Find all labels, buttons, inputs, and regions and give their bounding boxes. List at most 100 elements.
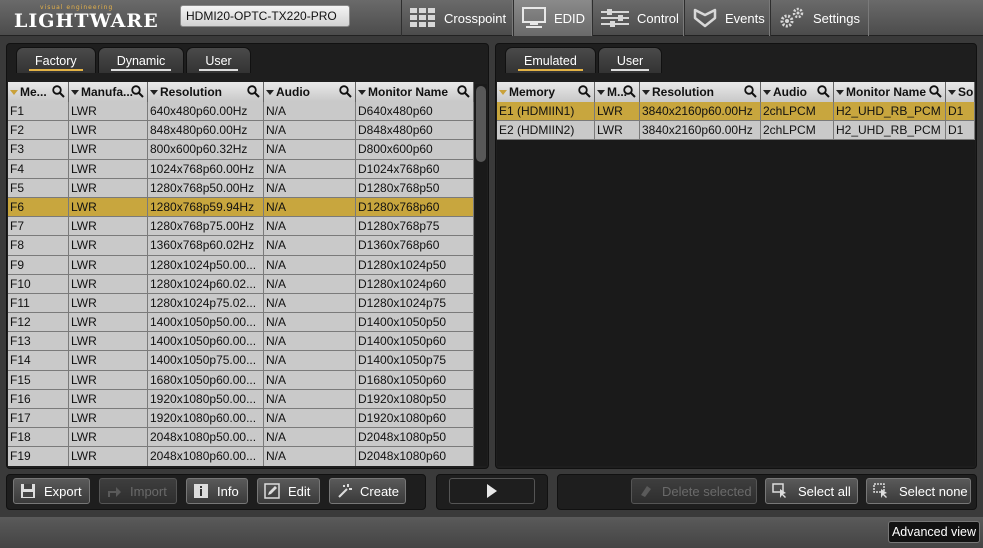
nav-tab-label: Control: [637, 10, 679, 26]
button-label: Edit: [288, 483, 311, 499]
device-selector[interactable]: HDMI20-OPTC-TX220-PRO: [180, 5, 350, 27]
table-row[interactable]: F7 LWR 1280x768p75.00Hz N/A D1280x768p75: [8, 217, 474, 237]
table-row[interactable]: F4 LWR 1024x768p60.00Hz N/A D1024x768p60: [8, 159, 474, 179]
table-cell: F3: [8, 140, 69, 159]
monitor-icon: [522, 7, 546, 28]
column-header[interactable]: Me...: [8, 82, 69, 102]
nav-tab-events[interactable]: Events: [684, 0, 770, 36]
sort-arrow-icon[interactable]: [836, 90, 844, 96]
select-all-button[interactable]: Select all: [765, 478, 858, 504]
sort-arrow-icon[interactable]: [266, 90, 274, 96]
column-header[interactable]: Monitor Name: [834, 82, 946, 102]
column-header[interactable]: Resolution: [148, 82, 264, 102]
search-icon[interactable]: [744, 85, 757, 98]
table-row[interactable]: F3 LWR 800x600p60.32Hz N/A D800x600p60: [8, 140, 474, 160]
nav-tab-control[interactable]: Control: [592, 0, 684, 36]
import-button[interactable]: Import: [99, 478, 177, 504]
destination-tabs: Emulated User: [505, 45, 664, 73]
sort-arrow-icon[interactable]: [499, 90, 507, 96]
tab-emulated[interactable]: Emulated: [505, 47, 596, 73]
nav-tab-crosspoint[interactable]: Crosspoint: [401, 0, 513, 36]
table-row[interactable]: F18 LWR 2048x1080p50.00... N/A D2048x1080p50: [8, 428, 474, 448]
emulated-edid-table: Memory M... Resolution Audio Monitor Name So.…: [497, 82, 975, 466]
scrollbar-thumb[interactable]: [476, 86, 486, 162]
table-row[interactable]: F12 LWR 1400x1050p50.00... N/A D1400x1050p50: [8, 313, 474, 333]
sort-arrow-icon[interactable]: [150, 90, 158, 96]
column-header[interactable]: Manufa...: [69, 82, 148, 102]
search-icon[interactable]: [623, 85, 636, 98]
search-icon[interactable]: [247, 85, 260, 98]
table-row[interactable]: F14 LWR 1400x1050p75.00... N/A D1400x1050p75: [8, 351, 474, 371]
table-cell: LWR: [69, 102, 148, 121]
table-row[interactable]: F8 LWR 1360x768p60.02Hz N/A D1360x768p60: [8, 236, 474, 256]
table-cell: 1280x768p59.94Hz: [148, 197, 264, 217]
table-cell: N/A: [264, 409, 356, 428]
column-header[interactable]: Memory: [497, 82, 595, 102]
table-row[interactable]: F10 LWR 1280x1024p60.02... N/A D1280x1024p60: [8, 274, 474, 294]
table-row[interactable]: F17 LWR 1920x1080p60.00... N/A D1920x1080p60: [8, 409, 474, 429]
table-cell: N/A: [264, 121, 356, 140]
table-cell: F9: [8, 255, 69, 274]
select-none-button[interactable]: Select none: [866, 478, 971, 504]
search-icon[interactable]: [817, 85, 830, 98]
column-header-label: Memory: [509, 85, 556, 99]
table-row[interactable]: F16 LWR 1920x1080p50.00... N/A D1920x1080p50: [8, 389, 474, 409]
table-cell: N/A: [264, 217, 356, 236]
sort-arrow-icon[interactable]: [763, 90, 771, 96]
nav-tab-edid[interactable]: EDID: [513, 0, 592, 36]
table-cell: 3840x2160p60.00Hz: [640, 121, 761, 140]
column-header[interactable]: Audio: [761, 82, 834, 102]
table-cell: LWR: [69, 178, 148, 197]
tab-factory[interactable]: Factory: [16, 47, 96, 73]
search-icon[interactable]: [339, 85, 352, 98]
search-icon[interactable]: [52, 85, 65, 98]
table-row[interactable]: F9 LWR 1280x1024p50.00... N/A D1280x1024p50: [8, 255, 474, 275]
table-cell: 1920x1080p50.00...: [148, 389, 264, 408]
sort-arrow-icon[interactable]: [948, 90, 956, 96]
search-icon[interactable]: [457, 85, 470, 98]
table-row[interactable]: F15 LWR 1680x1050p60.00... N/A D1680x1050p60: [8, 370, 474, 390]
table-cell: F2: [8, 121, 69, 140]
table-cell: LWR: [595, 121, 640, 140]
search-icon[interactable]: [929, 85, 942, 98]
table-cell: LWR: [69, 236, 148, 255]
create-button[interactable]: Create: [329, 478, 406, 504]
advanced-view-button[interactable]: Advanced view: [888, 521, 980, 543]
table-row[interactable]: F6 LWR 1280x768p59.94Hz N/A D1280x768p60: [8, 197, 474, 218]
nav-tab-label: EDID: [554, 10, 586, 26]
table-cell: D848x480p60: [356, 121, 474, 140]
tab-user-destination[interactable]: User: [597, 47, 663, 73]
sort-arrow-icon[interactable]: [642, 90, 650, 96]
transfer-arrow-button[interactable]: [449, 478, 535, 504]
sort-arrow-icon[interactable]: [597, 90, 605, 96]
column-header[interactable]: Resolution: [640, 82, 761, 102]
column-header[interactable]: Monitor Name: [356, 82, 474, 102]
floppy-disk-icon: [21, 484, 35, 498]
nav-tab-settings[interactable]: Settings: [770, 0, 869, 36]
tab-dynamic[interactable]: Dynamic: [97, 47, 185, 73]
info-button[interactable]: Info: [186, 478, 248, 504]
table-row[interactable]: F11 LWR 1280x1024p75.02... N/A D1280x1024p75: [8, 293, 474, 314]
table-row[interactable]: E1 (HDMIIN1) LWR 3840x2160p60.00Hz 2chLPCM H…: [497, 102, 975, 122]
table-cell: LWR: [69, 332, 148, 351]
table-row[interactable]: F13 LWR 1400x1050p60.00... N/A D1400x1050p60: [8, 332, 474, 352]
table-row[interactable]: F2 LWR 848x480p60.00Hz N/A D848x480p60: [8, 121, 474, 141]
search-icon[interactable]: [131, 85, 144, 98]
column-header[interactable]: M...: [595, 82, 640, 102]
column-header[interactable]: Audio: [264, 82, 356, 102]
sort-arrow-icon[interactable]: [358, 90, 366, 96]
export-button[interactable]: Export: [13, 478, 90, 504]
table-row[interactable]: E2 (HDMIIN2) LWR 3840x2160p60.00Hz 2chLPCM H…: [497, 121, 975, 141]
column-header[interactable]: So...: [946, 82, 975, 102]
sort-arrow-icon[interactable]: [10, 90, 18, 96]
table-row[interactable]: F19 LWR 2048x1080p60.00... N/A D2048x1080p60: [8, 447, 474, 466]
vertical-scrollbar[interactable]: [475, 84, 487, 466]
table-body: E1 (HDMIIN1) LWR 3840x2160p60.00Hz 2chLPCM H…: [497, 102, 975, 141]
table-row[interactable]: F5 LWR 1280x768p50.00Hz N/A D1280x768p50: [8, 178, 474, 198]
sort-arrow-icon[interactable]: [71, 90, 79, 96]
table-row[interactable]: F1 LWR 640x480p60.00Hz N/A D640x480p60: [8, 102, 474, 122]
delete-selected-button[interactable]: Delete selected: [631, 478, 757, 504]
tab-user[interactable]: User: [186, 47, 251, 73]
search-icon[interactable]: [578, 85, 591, 98]
edit-button[interactable]: Edit: [257, 478, 320, 504]
